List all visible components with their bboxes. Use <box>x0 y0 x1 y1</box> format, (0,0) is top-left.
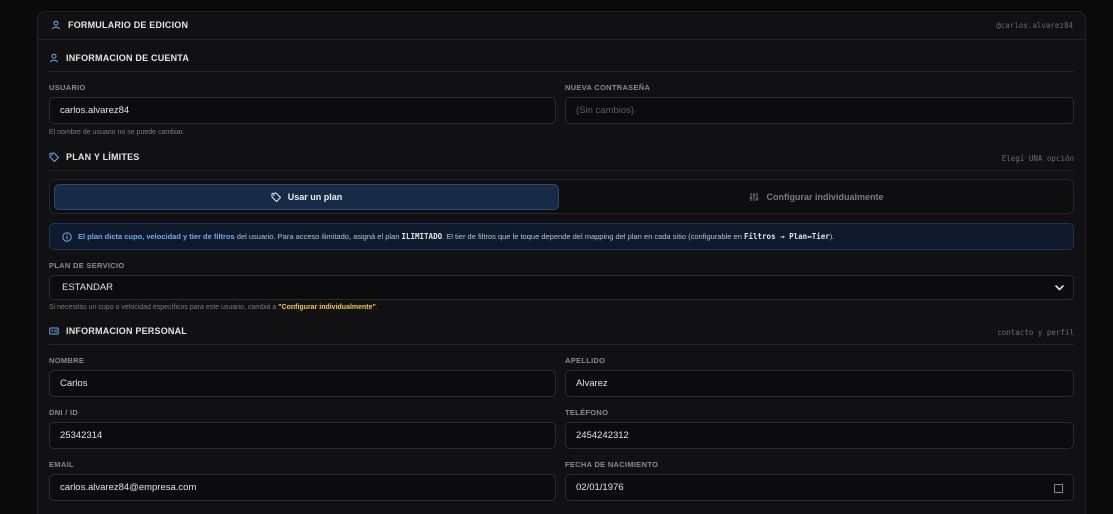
tag-icon <box>271 192 281 202</box>
service-plan-hint: Si necesitás un cupo o velocidad específ… <box>49 304 378 311</box>
username-field[interactable]: carlos.alvarez84 <box>49 97 556 124</box>
user-icon <box>51 20 61 30</box>
username-label: USUARIO <box>49 83 86 92</box>
calendar-icon[interactable] <box>1054 484 1063 493</box>
personal-section-note: contacto y perfil <box>997 328 1074 337</box>
service-plan-label: PLAN DE SERVICIO <box>49 261 125 270</box>
personal-section-title: INFORMACION PERSONAL <box>66 326 187 336</box>
phone-field[interactable]: 2454242312 <box>565 422 1074 449</box>
account-section-header: INFORMACION DE CUENTA <box>49 48 1074 72</box>
user-handle: @carlos.alvarez84 <box>996 21 1073 30</box>
first-name-label: NOMBRE <box>49 356 85 365</box>
plan-info-strong: El plan dicta cupo, velocidad y tier de … <box>78 232 235 241</box>
plan-section-header: PLAN Y LÍMITES Elegí UNA opción <box>49 147 1074 171</box>
plan-section-note: Elegí UNA opción <box>1001 154 1074 163</box>
form-header: FORMULARIO DE EDICION @carlos.alvarez84 <box>38 12 1085 40</box>
password-field[interactable]: (Sin cambios) <box>565 97 1074 124</box>
email-label: EMAIL <box>49 460 74 469</box>
configure-individually-label: Configurar individualmente <box>766 192 884 202</box>
use-plan-button[interactable]: Usar un plan <box>54 184 559 210</box>
birth-date-field[interactable]: 02/01/1976 <box>565 474 1074 501</box>
plan-section-title: PLAN Y LÍMITES <box>66 152 140 162</box>
first-name-field[interactable]: Carlos <box>49 370 556 397</box>
edit-form-card: FORMULARIO DE EDICION @carlos.alvarez84 … <box>37 11 1086 514</box>
form-title-text: FORMULARIO DE EDICION <box>68 20 189 30</box>
service-plan-select[interactable]: ESTANDAR <box>49 275 1074 300</box>
configure-individually-link[interactable]: "Configurar individualmente" <box>278 304 376 311</box>
dni-field[interactable]: 25342314 <box>49 422 556 449</box>
account-section-title: INFORMACION DE CUENTA <box>66 53 190 63</box>
info-icon <box>62 231 72 242</box>
password-label: NUEVA CONTRASEÑA <box>565 83 651 92</box>
phone-label: TELÉFONO <box>565 408 609 417</box>
plan-info-text: El plan dicta cupo, velocidad y tier de … <box>78 232 834 241</box>
dni-label: DNI / ID <box>49 408 79 417</box>
birth-date-value: 02/01/1976 <box>576 482 624 493</box>
plan-info-code-ilimitado: ILIMITADO <box>401 232 443 241</box>
plan-info-box: El plan dicta cupo, velocidad y tier de … <box>49 223 1074 250</box>
chevron-down-icon <box>1054 282 1065 293</box>
service-plan-value: ESTANDAR <box>62 282 114 293</box>
use-plan-label: Usar un plan <box>287 192 343 202</box>
plan-info-part4: ). <box>829 232 835 241</box>
service-plan-hint-prefix: Si necesitás un cupo o velocidad específ… <box>49 304 279 311</box>
form-title: FORMULARIO DE EDICION <box>51 20 188 30</box>
username-hint: El nombre de usuario no se puede cambiar… <box>49 129 185 136</box>
id-card-icon <box>49 326 59 336</box>
tag-icon <box>49 152 59 162</box>
last-name-field[interactable]: Alvarez <box>565 370 1074 397</box>
last-name-label: APELLIDO <box>565 356 606 365</box>
sliders-icon <box>749 192 759 202</box>
email-field[interactable]: carlos.alvarez84@empresa.com <box>49 474 556 501</box>
plan-info-part3: . El tier de filtros que le toque depend… <box>442 232 744 241</box>
service-plan-hint-suffix: . <box>375 304 378 311</box>
user-icon <box>49 53 59 63</box>
plan-mode-toggle: Usar un plan Configurar individualmente <box>49 179 1074 214</box>
plan-info-part2: del usuario. Para acceso ilimitado, asig… <box>234 232 402 241</box>
plan-info-code-filtros: Filtros → Plan↔Tier <box>743 232 830 241</box>
birth-date-label: FECHA DE NACIMIENTO <box>565 460 659 469</box>
personal-section-header: INFORMACION PERSONAL contacto y perfil <box>49 321 1074 345</box>
configure-individually-button[interactable]: Configurar individualmente <box>563 184 1070 210</box>
